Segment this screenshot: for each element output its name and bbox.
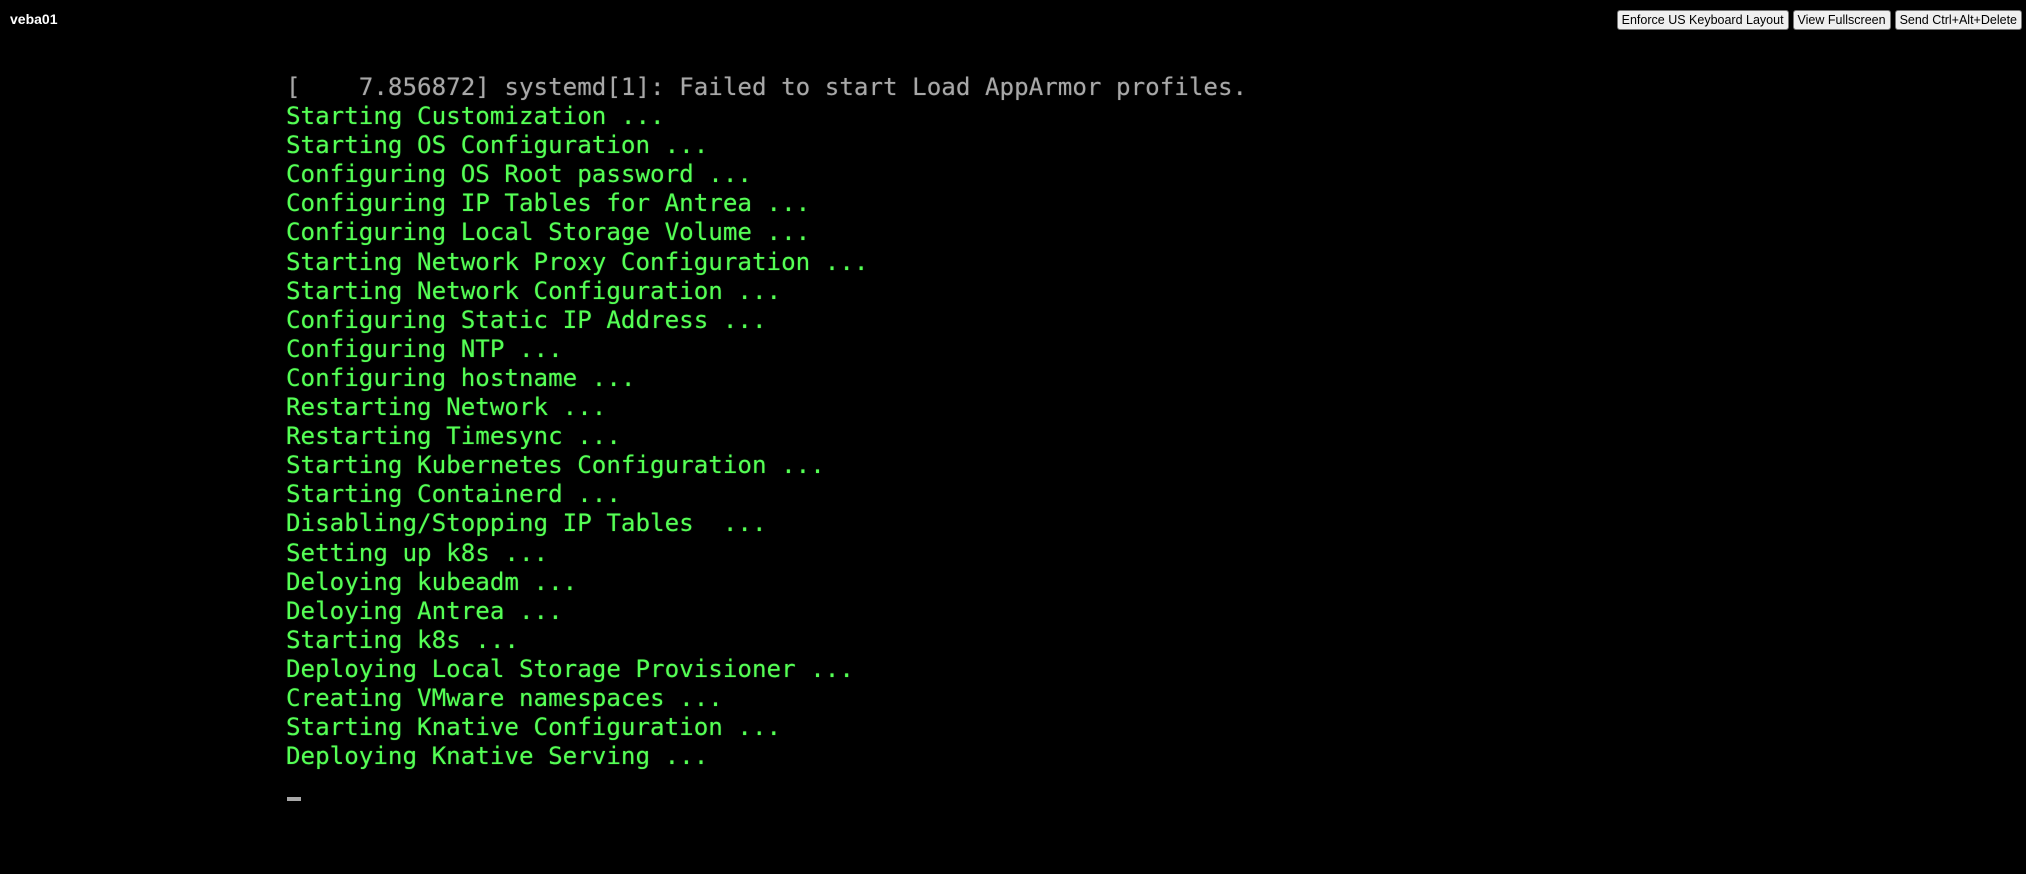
console-line: Starting Customization ...	[286, 102, 665, 131]
console-line: Configuring IP Tables for Antrea ...	[286, 189, 811, 218]
console-line: Configuring Local Storage Volume ...	[286, 218, 811, 247]
console-line: Configuring hostname ...	[286, 363, 636, 392]
console-line: Starting Network Configuration ...	[286, 276, 782, 305]
console-line: Deloying kubeadm ...	[286, 567, 578, 596]
text-cursor	[287, 797, 301, 801]
console-line: Setting up k8s ...	[286, 538, 549, 567]
console-line: [ 7.856872] systemd[1]: Failed to start …	[286, 73, 1248, 101]
console-line: Configuring NTP ...	[286, 334, 563, 363]
console-line: Deloying Antrea ...	[286, 596, 563, 625]
console-line: Deploying Knative Serving ...	[286, 742, 709, 771]
console-line: Configuring OS Root password ...	[286, 160, 752, 189]
console-line: Deploying Local Storage Provisioner ...	[286, 654, 854, 683]
console-line: Creating VMware namespaces ...	[286, 683, 723, 712]
console-line: Starting Knative Configuration ...	[286, 713, 782, 742]
console-toolbar: Enforce US Keyboard Layout View Fullscre…	[1616, 10, 2022, 30]
console-line: Starting Network Proxy Configuration ...	[286, 247, 869, 276]
console-line: Restarting Network ...	[286, 393, 607, 422]
view-fullscreen-button[interactable]: View Fullscreen	[1792, 10, 1891, 30]
console-header: veba01 Enforce US Keyboard Layout View F…	[0, 0, 2026, 40]
vm-console-screen[interactable]: [ 7.856872] systemd[1]: Failed to start …	[286, 73, 1286, 771]
console-line: Starting Kubernetes Configuration ...	[286, 451, 825, 480]
console-line: Restarting Timesync ...	[286, 422, 621, 451]
console-line: Configuring Static IP Address ...	[286, 305, 767, 334]
send-ctrl-alt-delete-button[interactable]: Send Ctrl+Alt+Delete	[1894, 10, 2022, 30]
vm-name-title: veba01	[10, 11, 58, 27]
console-line: Starting OS Configuration ...	[286, 131, 709, 160]
enforce-us-keyboard-button[interactable]: Enforce US Keyboard Layout	[1616, 10, 1789, 30]
console-line: Starting Containerd ...	[286, 480, 621, 509]
console-line: Starting k8s ...	[286, 625, 519, 654]
console-line: Disabling/Stopping IP Tables ...	[286, 509, 767, 538]
